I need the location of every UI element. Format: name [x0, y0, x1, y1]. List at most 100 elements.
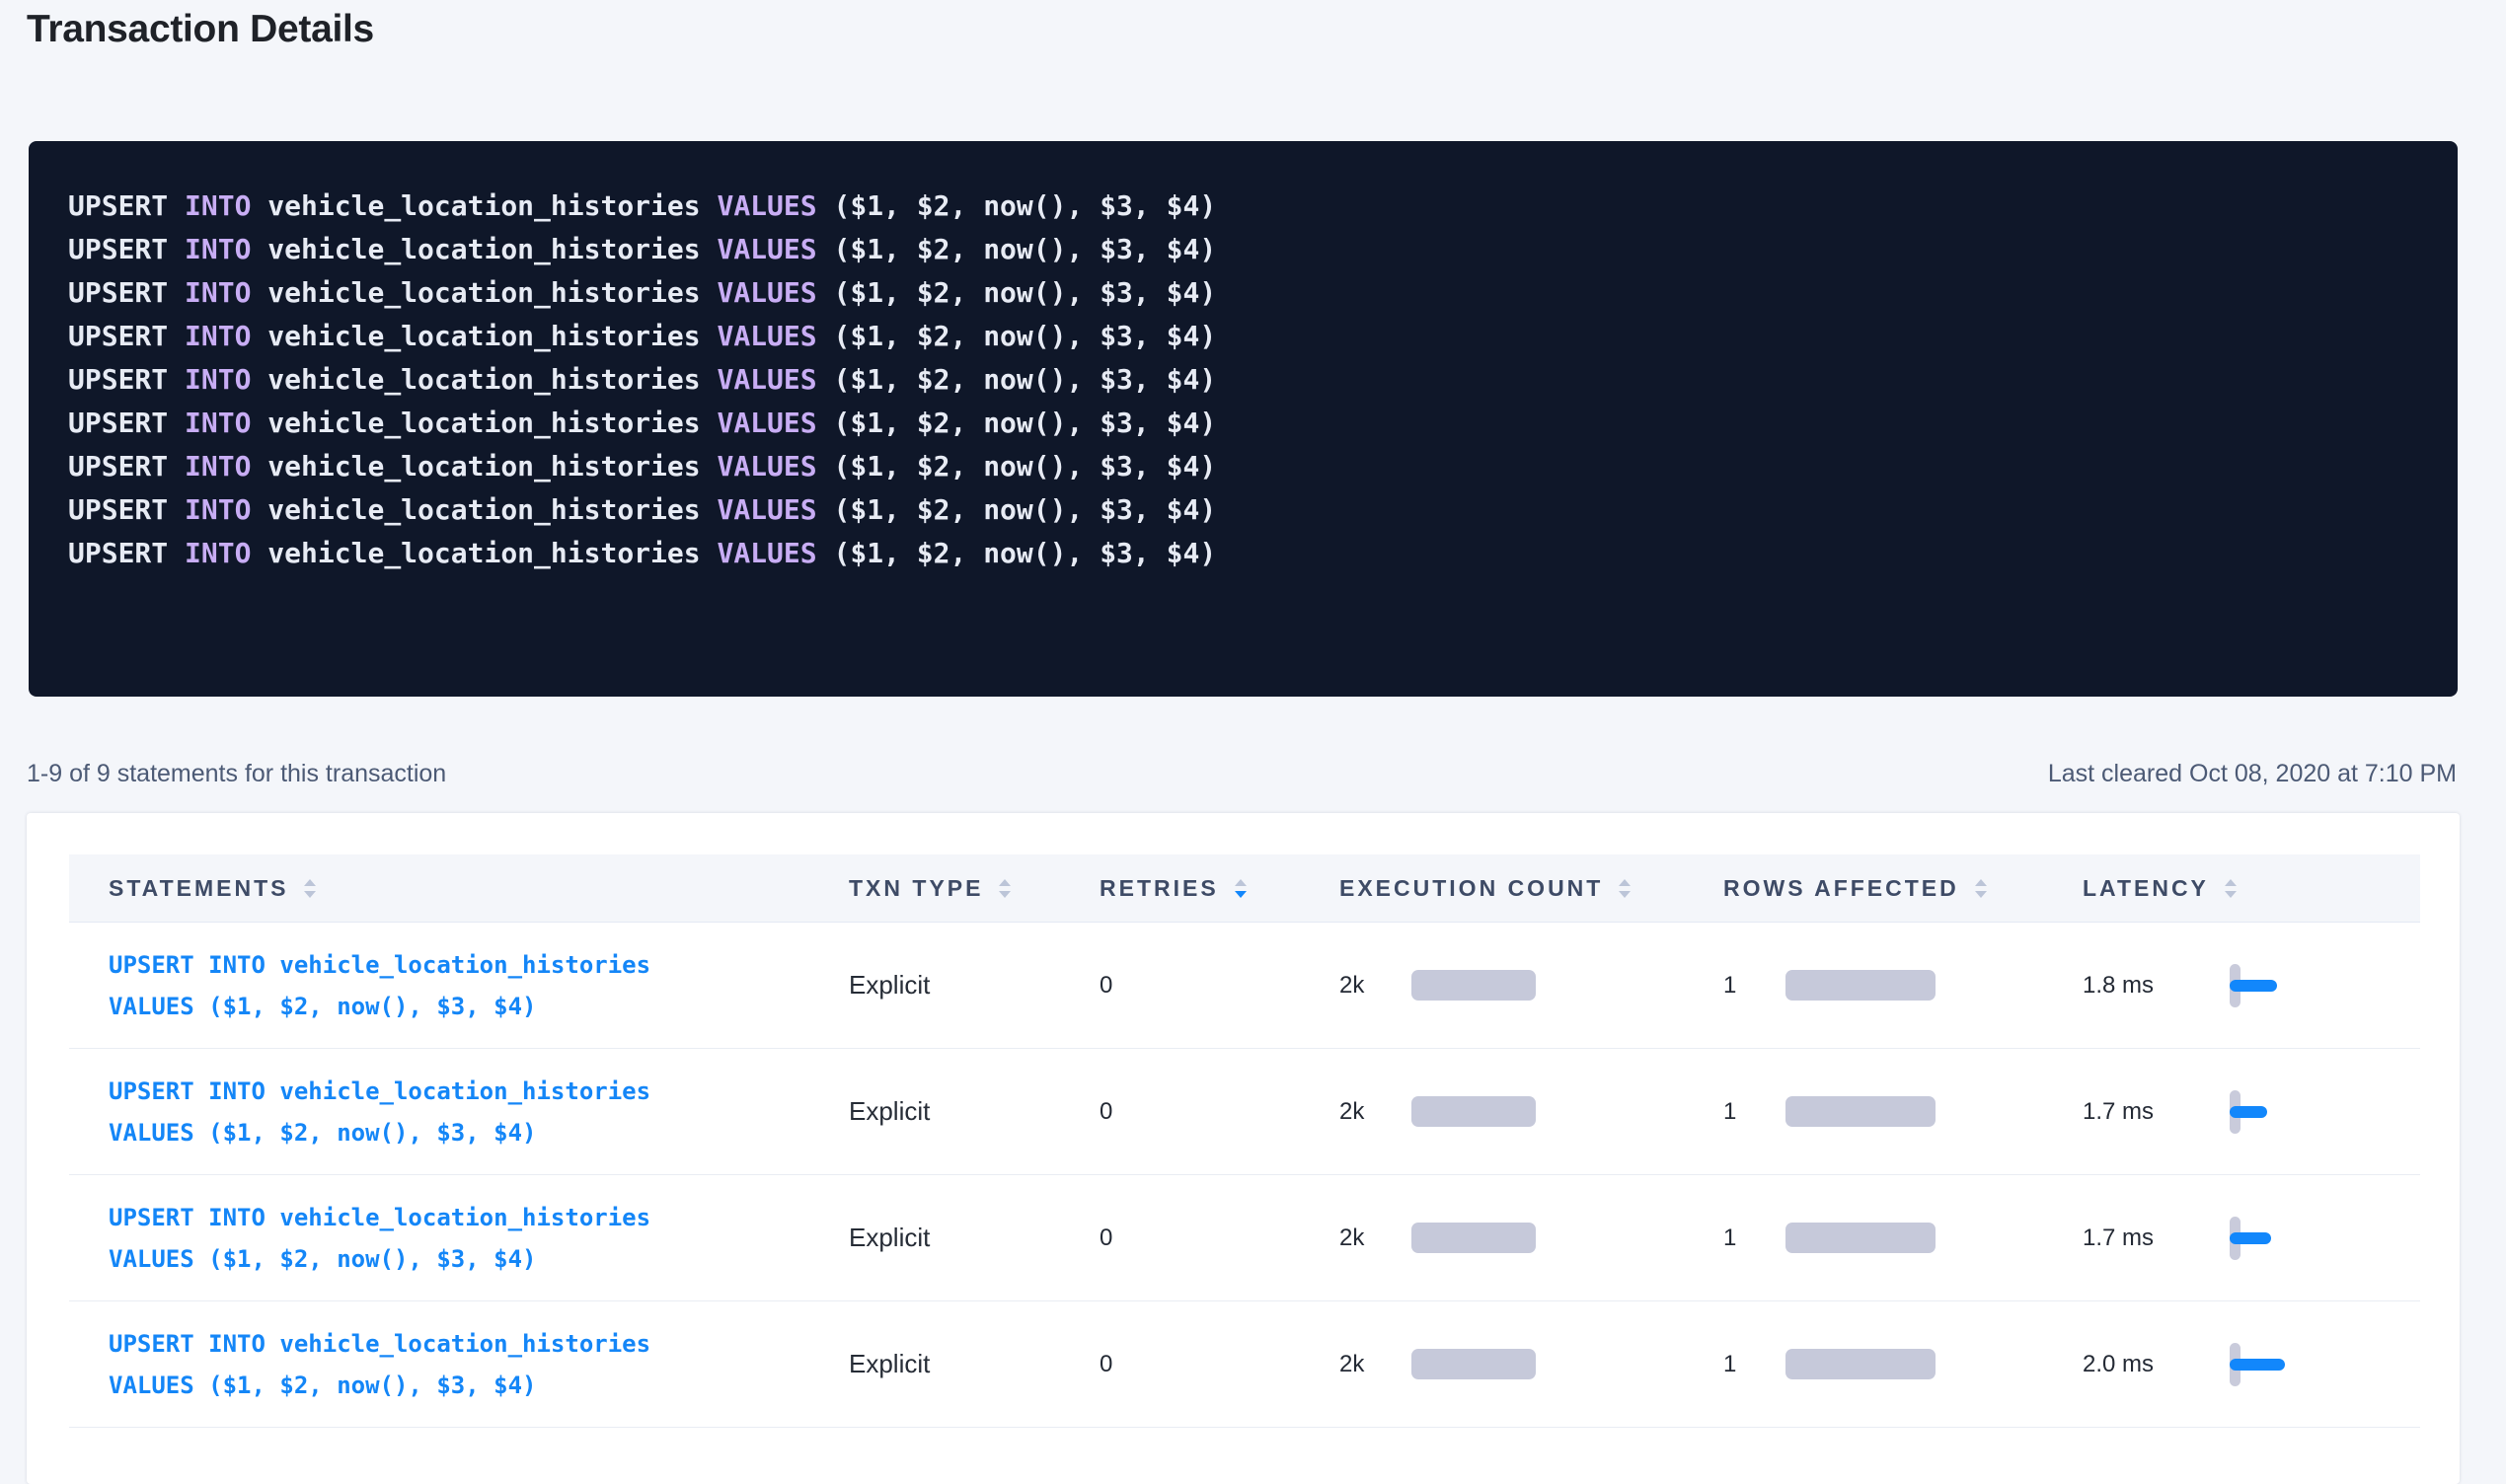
sql-text: UPSERT [68, 537, 185, 569]
latency-value: 2.0 ms [2083, 1351, 2230, 1378]
rows-affected-cell: 1 [1723, 1096, 2083, 1127]
sql-keyword: INTO [185, 537, 251, 569]
sql-keyword: INTO [185, 276, 251, 309]
sql-keyword: INTO [185, 363, 251, 396]
sql-text: ($1, $2, now(), $3, $4) [817, 233, 1217, 265]
statement-line-2: VALUES ($1, $2, now(), $3, $4) [109, 1112, 849, 1153]
latency-value: 1.8 ms [2083, 972, 2230, 1000]
table-row: UPSERT INTO vehicle_location_historiesVA… [69, 1049, 2420, 1175]
retries-cell: 0 [1100, 972, 1339, 1000]
transaction-sql-box: UPSERT INTO vehicle_location_histories V… [29, 141, 2458, 697]
column-header-txn-type[interactable]: TXN TYPE [849, 875, 1100, 902]
table-row: UPSERT INTO vehicle_location_historiesVA… [69, 1175, 2420, 1301]
column-header-retries[interactable]: RETRIES [1100, 875, 1339, 902]
latency-value: 1.7 ms [2083, 1098, 2230, 1126]
sql-statement-line: UPSERT INTO vehicle_location_histories V… [68, 185, 2418, 228]
statements-table-card: STATEMENTS TXN TYPE RETRIES EXECUTION COUNT… [27, 813, 2460, 1484]
column-header-label: RETRIES [1100, 875, 1219, 902]
column-header-statements[interactable]: STATEMENTS [69, 875, 849, 902]
sort-arrows-icon [1235, 879, 1247, 898]
sql-keyword: VALUES [717, 407, 816, 439]
column-header-execution-count[interactable]: EXECUTION COUNT [1339, 875, 1723, 902]
sql-text: vehicle_location_histories [251, 407, 717, 439]
latency-cell: 2.0 ms [2083, 1342, 2420, 1387]
sql-text: UPSERT [68, 320, 185, 352]
rows-affected-bar [1785, 970, 1936, 1001]
transaction-details-page: Transaction Details UPSERT INTO vehicle_… [0, 0, 2506, 1431]
sql-text: vehicle_location_histories [251, 233, 717, 265]
latency-value: 1.7 ms [2083, 1224, 2230, 1252]
column-header-latency[interactable]: LATENCY [2083, 875, 2420, 902]
sort-asc-icon [1619, 879, 1631, 886]
column-header-label: STATEMENTS [109, 875, 288, 902]
sql-text: ($1, $2, now(), $3, $4) [817, 493, 1217, 526]
rows-affected-bar [1785, 1349, 1936, 1379]
sql-keyword: INTO [185, 450, 251, 482]
statement-line-1: UPSERT INTO vehicle_location_histories [109, 1197, 849, 1238]
rows-affected-value: 1 [1723, 1098, 1785, 1126]
sql-text: ($1, $2, now(), $3, $4) [817, 407, 1217, 439]
execution-count-value: 2k [1339, 972, 1411, 1000]
table-row: UPSERT INTO vehicle_location_historiesVA… [69, 1301, 2420, 1428]
retries-cell: 0 [1100, 1098, 1339, 1126]
rows-affected-value: 1 [1723, 1224, 1785, 1252]
statements-table-body: UPSERT INTO vehicle_location_historiesVA… [69, 923, 2420, 1428]
statement-line-2: VALUES ($1, $2, now(), $3, $4) [109, 1238, 849, 1280]
rows-affected-bar [1785, 1096, 1936, 1127]
sql-text: vehicle_location_histories [251, 537, 717, 569]
statement-link[interactable]: UPSERT INTO vehicle_location_historiesVA… [69, 1323, 849, 1406]
execution-count-bar [1411, 970, 1536, 1001]
sql-keyword: VALUES [717, 276, 816, 309]
page-title: Transaction Details [27, 8, 374, 51]
sql-text: ($1, $2, now(), $3, $4) [817, 363, 1217, 396]
statement-line-2: VALUES ($1, $2, now(), $3, $4) [109, 1365, 849, 1406]
sql-text: UPSERT [68, 363, 185, 396]
sort-asc-icon [999, 879, 1011, 886]
sort-desc-icon [1975, 891, 1987, 898]
execution-count-value: 2k [1339, 1098, 1411, 1126]
sql-text: ($1, $2, now(), $3, $4) [817, 320, 1217, 352]
sort-desc-icon [304, 891, 316, 898]
sql-keyword: INTO [185, 493, 251, 526]
execution-count-cell: 2k [1339, 1223, 1723, 1253]
column-header-label: LATENCY [2083, 875, 2209, 902]
sql-statement-line: UPSERT INTO vehicle_location_histories V… [68, 271, 2418, 315]
sql-text: UPSERT [68, 189, 185, 222]
sql-text: UPSERT [68, 276, 185, 309]
sql-text: ($1, $2, now(), $3, $4) [817, 189, 1217, 222]
sql-keyword: INTO [185, 189, 251, 222]
statement-link[interactable]: UPSERT INTO vehicle_location_historiesVA… [69, 1071, 849, 1153]
column-header-label: TXN TYPE [849, 875, 983, 902]
sort-asc-icon [1235, 879, 1247, 886]
sql-keyword: VALUES [717, 189, 816, 222]
column-header-rows-affected[interactable]: ROWS AFFECTED [1723, 875, 2083, 902]
statement-link[interactable]: UPSERT INTO vehicle_location_historiesVA… [69, 1197, 849, 1280]
sort-asc-icon [304, 879, 316, 886]
sort-desc-icon [1619, 891, 1631, 898]
rows-affected-value: 1 [1723, 1351, 1785, 1378]
rows-affected-cell: 1 [1723, 970, 2083, 1001]
table-row: UPSERT INTO vehicle_location_historiesVA… [69, 923, 2420, 1049]
execution-count-bar [1411, 1349, 1536, 1379]
txn-type-cell: Explicit [849, 1349, 1100, 1379]
sql-text: vehicle_location_histories [251, 493, 717, 526]
statement-line-1: UPSERT INTO vehicle_location_histories [109, 944, 849, 986]
sql-statement-line: UPSERT INTO vehicle_location_histories V… [68, 358, 2418, 402]
sql-text: vehicle_location_histories [251, 450, 717, 482]
sort-arrows-icon [999, 879, 1011, 898]
statement-line-1: UPSERT INTO vehicle_location_histories [109, 1071, 849, 1112]
sql-keyword: INTO [185, 407, 251, 439]
sql-text: UPSERT [68, 493, 185, 526]
statements-count-summary: 1-9 of 9 statements for this transaction [27, 760, 446, 788]
sql-text: vehicle_location_histories [251, 363, 717, 396]
sort-desc-icon [1235, 891, 1247, 898]
latency-cell: 1.7 ms [2083, 1216, 2420, 1261]
sort-arrows-icon [2225, 879, 2237, 898]
sql-statement-line: UPSERT INTO vehicle_location_histories V… [68, 228, 2418, 271]
sort-asc-icon [2225, 879, 2237, 886]
latency-bar-chart [2230, 1089, 2309, 1135]
latency-bar [2230, 1232, 2271, 1244]
sql-text: ($1, $2, now(), $3, $4) [817, 537, 1217, 569]
statement-link[interactable]: UPSERT INTO vehicle_location_historiesVA… [69, 944, 849, 1027]
sql-statement-line: UPSERT INTO vehicle_location_histories V… [68, 488, 2418, 532]
